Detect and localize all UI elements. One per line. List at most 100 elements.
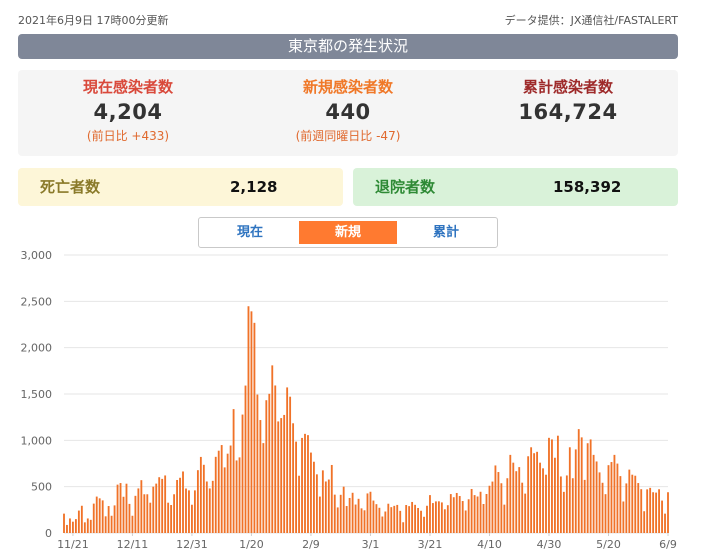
bar (432, 503, 434, 533)
bar (381, 516, 384, 533)
bar (277, 421, 280, 533)
bar (232, 409, 235, 533)
bar (556, 435, 559, 533)
x-tick-label: 3/1 (362, 538, 380, 551)
bar (652, 492, 655, 533)
bar (524, 493, 527, 533)
bar (185, 488, 187, 533)
bar (574, 449, 577, 533)
tab-total[interactable]: 累計 (397, 221, 495, 244)
bar (89, 519, 92, 533)
bar (250, 311, 253, 533)
x-tick-label: 3/21 (418, 538, 443, 551)
bar (649, 487, 652, 533)
bar (324, 481, 327, 533)
tab-new[interactable]: 新規 (299, 221, 397, 244)
bar (339, 494, 342, 533)
total-cases-stat: 累計感染者数 164,724 (458, 76, 678, 126)
bar (482, 504, 485, 533)
bar (414, 504, 417, 533)
new-cases-stat: 新規感染者数 440 (前週同曜日比 -47) (238, 76, 458, 146)
bar (122, 496, 125, 533)
deaths-box: 死亡者数 2,128 (18, 168, 343, 206)
bar (551, 439, 553, 533)
bar (155, 483, 158, 533)
bar (443, 509, 446, 533)
bar (274, 385, 277, 533)
bar (375, 504, 378, 533)
deaths-value: 2,128 (230, 178, 278, 196)
bar (188, 490, 190, 533)
bar (393, 505, 396, 533)
bar (607, 465, 610, 533)
bar (167, 502, 170, 533)
bar (164, 475, 167, 533)
bar (357, 498, 360, 533)
bar (83, 522, 86, 533)
bar (196, 470, 199, 533)
bar (128, 503, 131, 533)
tab-current[interactable]: 現在 (201, 221, 299, 244)
bar (223, 467, 226, 533)
bar (134, 495, 137, 533)
bar (571, 478, 574, 533)
bar (179, 477, 181, 533)
total-cases-value: 164,724 (518, 100, 618, 124)
bar (616, 463, 619, 533)
bar (384, 511, 387, 533)
bar (72, 521, 74, 533)
bar (542, 468, 544, 533)
bar (238, 457, 241, 533)
bar (113, 505, 116, 533)
bar (518, 467, 521, 533)
x-tick-label: 1/20 (239, 538, 264, 551)
bar (211, 480, 214, 533)
y-tick-label: 0 (45, 527, 52, 540)
bar (265, 400, 268, 533)
bar (301, 437, 303, 533)
bar (423, 516, 425, 533)
new-cases-label: 新規感染者数 (302, 78, 393, 96)
bar (440, 502, 443, 533)
bar (589, 439, 592, 533)
bar (137, 488, 140, 533)
bar (479, 491, 482, 533)
recovered-value: 158,392 (553, 178, 622, 196)
y-tick-label: 2,000 (21, 342, 53, 355)
bar (348, 497, 351, 533)
bar (146, 494, 149, 533)
bar (327, 479, 330, 533)
bar (426, 505, 428, 533)
bar (244, 385, 247, 533)
bar (191, 504, 193, 533)
bar (259, 420, 262, 533)
bar (289, 396, 292, 533)
bar (476, 496, 479, 533)
bar (637, 483, 640, 533)
recovered-box: 退院者数 158,392 (353, 168, 678, 206)
bar (66, 524, 68, 533)
bar (271, 365, 274, 533)
bar (512, 462, 515, 533)
current-cases-value: 4,204 (93, 100, 163, 124)
bar (214, 456, 217, 533)
bar (170, 505, 173, 533)
bar (559, 476, 562, 533)
bar (360, 508, 363, 533)
bar (378, 507, 381, 533)
bar (488, 485, 491, 533)
bar (262, 443, 265, 533)
bar (193, 490, 196, 533)
bar (321, 470, 324, 533)
bar (104, 516, 107, 533)
y-tick-label: 1,000 (21, 434, 53, 447)
bar (455, 492, 458, 533)
x-tick-label: 6/9 (659, 538, 677, 551)
bar (592, 454, 595, 533)
bar (387, 503, 390, 533)
bar (640, 489, 643, 533)
bar (125, 483, 128, 533)
bar (98, 498, 101, 533)
current-cases-diff: (前日比 +433) (86, 129, 170, 143)
bar (619, 476, 622, 533)
